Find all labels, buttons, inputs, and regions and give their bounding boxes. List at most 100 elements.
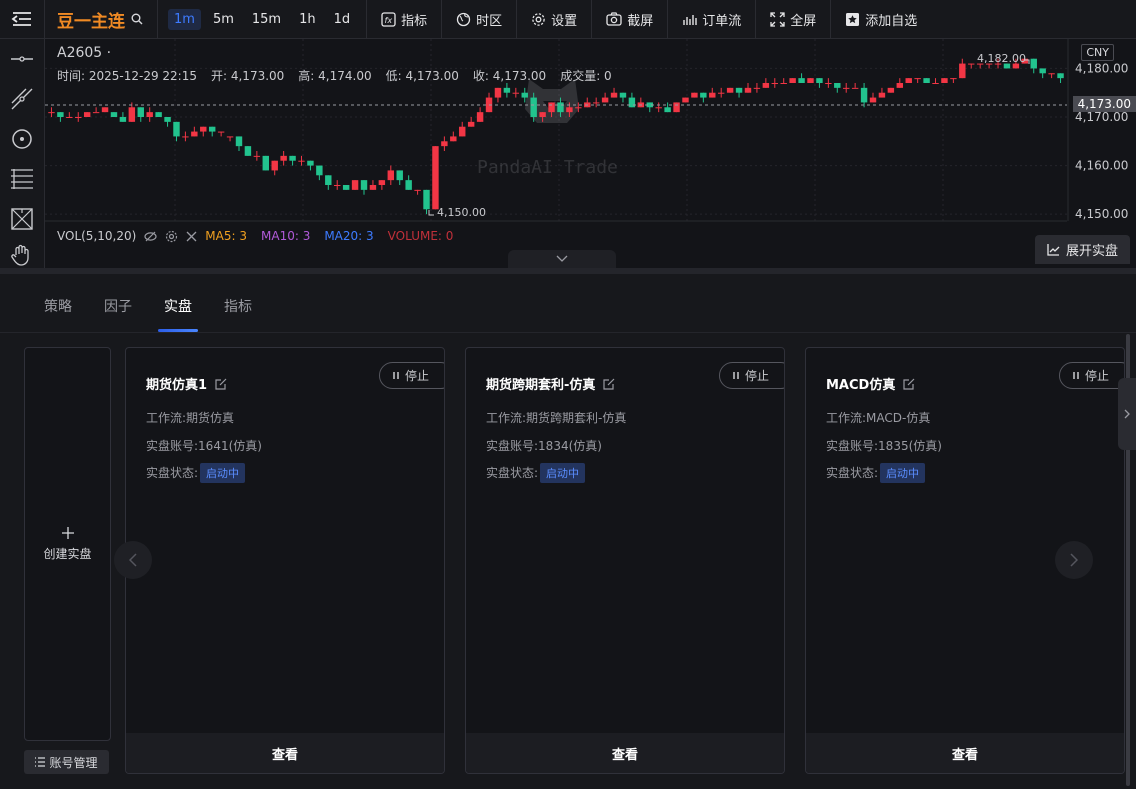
price-chart[interactable]: PandaAI Trade 4,180.00 4,170.00 4,160.00 4,…	[45, 39, 1136, 268]
gear-icon	[532, 12, 545, 26]
card-workflow: 工作流:期货仿真	[146, 411, 235, 425]
interval-5m[interactable]: 5m	[207, 9, 240, 30]
card-account: 实盘账号:1834(仿真)	[486, 439, 602, 453]
candle-body	[887, 87, 895, 93]
candle-body	[110, 112, 118, 117]
symbol-selector[interactable]: 豆一主连	[45, 0, 158, 38]
contract-code[interactable]: A2605 ·	[57, 45, 111, 61]
candle-body	[253, 155, 261, 157]
watermark-text: PandaAI Trade	[477, 157, 618, 178]
candle-body	[798, 78, 805, 83]
card-status: 实盘状态: 启动中	[826, 463, 926, 483]
card-status: 实盘状态: 启动中	[146, 463, 246, 483]
candle-body	[441, 141, 448, 147]
candle-body	[83, 112, 91, 117]
fib-tool[interactable]	[0, 159, 44, 199]
add-watchlist-button[interactable]: 添加自选	[831, 0, 931, 38]
candle-body	[1048, 73, 1055, 75]
candle-body	[459, 126, 466, 137]
interval-1h[interactable]: 1h	[293, 9, 322, 30]
candle-body	[709, 92, 716, 98]
candle-body	[851, 87, 859, 89]
candle-body	[834, 83, 841, 88]
view-button[interactable]: 查看	[466, 733, 784, 773]
candle-body	[48, 112, 55, 114]
camera-icon	[606, 12, 622, 26]
carousel-prev-button[interactable]	[114, 541, 152, 579]
tab-live[interactable]: 实盘	[148, 274, 208, 332]
tab-indicator[interactable]: 指标	[208, 274, 268, 332]
eye-off-icon[interactable]	[144, 230, 157, 243]
close-icon[interactable]	[186, 231, 197, 242]
trend-line-tool[interactable]	[0, 79, 44, 119]
interval-1m[interactable]: 1m	[168, 8, 201, 30]
candle-body	[316, 165, 323, 176]
circle-tool[interactable]	[0, 119, 44, 159]
edit-icon[interactable]	[215, 378, 227, 390]
candle-body	[592, 102, 600, 104]
ma10-value: MA10: 3	[261, 229, 311, 243]
candle-body	[717, 92, 725, 94]
account-management-button[interactable]: 账号管理	[24, 750, 109, 774]
ohlc-open: 开: 4,173.00	[211, 69, 285, 83]
candle-body	[896, 83, 904, 88]
candle-body	[325, 175, 332, 185]
menu-icon[interactable]	[0, 0, 45, 38]
hand-icon	[11, 244, 29, 266]
candle-body	[369, 185, 377, 190]
candle-body	[128, 107, 136, 122]
horizontal-line-icon	[11, 56, 33, 62]
screenshot-button[interactable]: 截屏	[592, 0, 669, 38]
expand-live-button[interactable]: 展开实盘	[1034, 235, 1130, 264]
candle-body	[914, 78, 921, 80]
hand-tool[interactable]	[0, 239, 44, 268]
stop-button[interactable]: 停止	[378, 362, 444, 389]
horizontal-line-tool[interactable]	[0, 39, 44, 79]
list-icon	[35, 757, 46, 767]
pattern-tool[interactable]	[0, 199, 44, 239]
collapse-panel-handle[interactable]	[508, 250, 616, 268]
interval-1d[interactable]: 1d	[328, 9, 357, 30]
candle-body	[503, 87, 511, 93]
view-button[interactable]: 查看	[806, 733, 1124, 773]
candle-body	[191, 131, 198, 137]
tab-strategy[interactable]: 策略	[28, 274, 88, 332]
order-flow-button[interactable]: 订单流	[668, 0, 757, 38]
candle-body	[66, 117, 73, 118]
candle-body	[789, 78, 796, 83]
candle-body	[878, 92, 886, 98]
indicators-button[interactable]: fx 指标	[367, 0, 443, 38]
fullscreen-button[interactable]: 全屏	[756, 0, 832, 38]
function-icon: fx	[381, 11, 396, 27]
edit-icon[interactable]	[603, 378, 615, 390]
candle-body	[226, 136, 234, 138]
interval-15m[interactable]: 15m	[246, 9, 287, 30]
candle-body	[244, 146, 252, 156]
card-title: MACD仿真	[826, 378, 896, 393]
timezone-button[interactable]: 时区	[442, 0, 518, 38]
ma20-value: MA20: 3	[324, 229, 374, 243]
ohlc-close: 收: 4,173.00	[472, 69, 547, 83]
carousel-next-button[interactable]	[1055, 541, 1093, 579]
stop-button[interactable]: 停止	[1058, 362, 1124, 389]
candle-body	[726, 87, 734, 93]
settings-button[interactable]: 设置	[517, 0, 593, 38]
currency-badge[interactable]: CNY	[1081, 44, 1114, 61]
y-tick-label: 4,180.00	[1075, 61, 1128, 75]
candle-body	[557, 102, 564, 113]
side-drawer-handle[interactable]	[1118, 378, 1136, 450]
gear-icon[interactable]	[165, 230, 178, 243]
globe-icon	[457, 12, 471, 26]
candle-body	[351, 180, 359, 190]
candle-body	[628, 97, 636, 108]
circle-target-icon	[12, 129, 32, 149]
edit-icon[interactable]	[903, 378, 915, 390]
stop-button[interactable]: 停止	[718, 362, 784, 389]
interval-group: 1m 5m 15m 1h 1d	[158, 0, 368, 38]
tab-factor[interactable]: 因子	[88, 274, 148, 332]
create-live-button[interactable]: 创建实盘	[24, 347, 111, 741]
chart-line-icon	[1047, 244, 1060, 256]
candle-body	[950, 78, 957, 80]
candle-body	[200, 126, 207, 132]
view-button[interactable]: 查看	[126, 733, 444, 773]
